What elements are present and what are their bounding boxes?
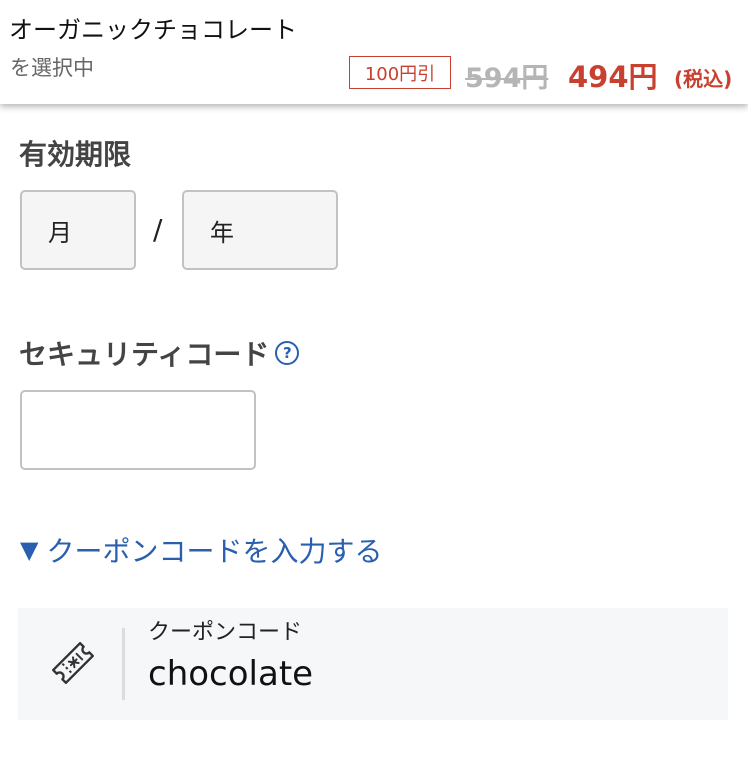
tax-included-note: (税込) (674, 67, 733, 91)
triangle-down-icon: ▼ (20, 536, 39, 564)
ticket-icon (52, 642, 94, 684)
expiry-year-placeholder: 年 (210, 218, 234, 247)
security-code-label-row: セキュリティコード ? (19, 333, 300, 373)
product-name: オーガニックチョコレート (9, 16, 297, 44)
coupon-field-divider (122, 628, 125, 700)
expiry-month-placeholder: 月 (48, 218, 72, 247)
coupon-field-value[interactable]: chocolate (148, 654, 313, 694)
discount-badge: 100円引 (349, 56, 451, 89)
coupon-field-label: クーポンコード (148, 620, 303, 645)
coupon-toggle-link[interactable]: ▼ クーポンコードを入力する (20, 530, 382, 570)
security-code-input[interactable] (20, 390, 256, 470)
coupon-toggle-label: クーポンコードを入力する (46, 535, 383, 568)
original-price: 594円 (465, 63, 549, 94)
security-code-label: セキュリティコード (19, 338, 270, 371)
expiry-separator: / (153, 213, 163, 246)
selected-product-header: オーガニックチョコレート を選択中 100円引 594円 494円 (税込) (0, 0, 748, 104)
expiry-year-field[interactable]: 年 (182, 190, 338, 270)
discounted-price: 494円 (568, 60, 658, 94)
selecting-text: を選択中 (10, 56, 94, 80)
coupon-code-field[interactable]: クーポンコード chocolate (18, 608, 728, 720)
expiry-month-field[interactable]: 月 (20, 190, 136, 270)
expiry-label: 有効期限 (19, 138, 132, 171)
question-circle-icon[interactable]: ? (275, 341, 300, 365)
